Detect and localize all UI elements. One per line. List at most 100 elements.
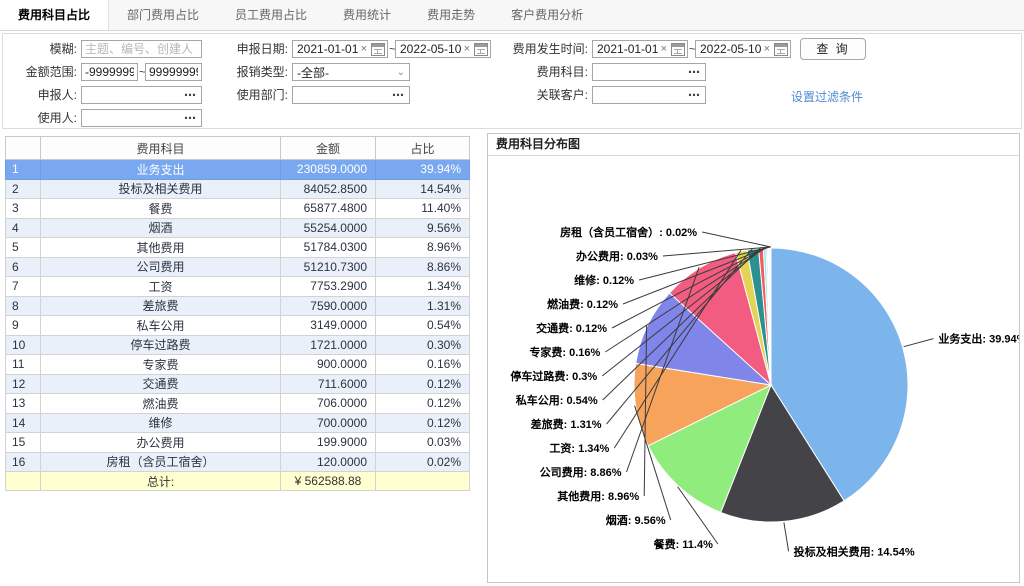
- clear-icon[interactable]: ×: [462, 41, 472, 57]
- lookup-icon[interactable]: ⋯: [684, 88, 705, 102]
- dept-input[interactable]: ⋯: [292, 86, 410, 104]
- col-header-rowno: [6, 137, 41, 160]
- calendar-icon[interactable]: [474, 43, 488, 56]
- declare-date-from[interactable]: 2021-01-01 ×: [292, 40, 388, 58]
- pie-label: 其他费用: 8.96%: [557, 489, 639, 503]
- pie-chart-svg[interactable]: 业务支出: 39.94% 投标及相关费用: 14.54% 餐费: 11.4% 烟酒: …: [488, 156, 1019, 582]
- pie-label: 办公费用: 0.03%: [576, 249, 658, 263]
- dept-label: 使用部门:: [221, 86, 288, 104]
- table-row[interactable]: 16房租（含员工宿舍）120.00000.02%: [6, 452, 470, 472]
- expense-table-panel: 费用科目 金额 占比 1业务支出230859.000039.94%2投标及相关费…: [5, 136, 469, 491]
- table-row[interactable]: 7工资7753.29001.34%: [6, 277, 470, 297]
- col-header-amount: 金额: [281, 137, 376, 160]
- tab-4[interactable]: 费用走势: [409, 0, 493, 30]
- calendar-icon[interactable]: [671, 43, 685, 56]
- declare-date-from-value: 2021-01-01: [293, 42, 359, 56]
- table-row[interactable]: 5其他费用51784.03008.96%: [6, 238, 470, 258]
- table-row[interactable]: 11专家费900.00000.16%: [6, 355, 470, 375]
- pie-label: 工资: 1.34%: [549, 441, 609, 455]
- pie-label: 公司费用: 8.86%: [540, 465, 622, 479]
- expense-analysis-app: 费用科目占比部门费用占比员工费用占比费用统计费用走势客户费用分析 模糊: 申报日…: [0, 0, 1024, 586]
- declare-date-to-value: 2022-05-10: [396, 42, 462, 56]
- chart-body: 业务支出: 39.94% 投标及相关费用: 14.54% 餐费: 11.4% 烟酒: …: [488, 156, 1019, 582]
- customer-input[interactable]: ⋯: [592, 86, 706, 104]
- pie-label: 专家费: 0.16%: [529, 345, 600, 359]
- lookup-icon[interactable]: ⋯: [180, 111, 201, 125]
- declare-date-label: 申报日期:: [221, 40, 288, 58]
- tab-5[interactable]: 客户费用分析: [493, 0, 601, 30]
- table-row[interactable]: 3餐费65877.480011.40%: [6, 199, 470, 219]
- pie-label-connector: [702, 232, 771, 247]
- customer-label: 关联客户:: [498, 86, 588, 104]
- type-select[interactable]: -全部- ⌄: [292, 63, 410, 81]
- pie-label: 投标及相关费用: 14.54%: [794, 544, 915, 558]
- query-button[interactable]: 查 询: [800, 38, 866, 60]
- pie-label-connector: [904, 339, 934, 347]
- lookup-icon[interactable]: ⋯: [180, 88, 201, 102]
- tab-bar: 费用科目占比部门费用占比员工费用占比费用统计费用走势客户费用分析: [0, 0, 1024, 31]
- amount-min-input[interactable]: [82, 64, 137, 80]
- clear-icon[interactable]: ×: [762, 41, 772, 57]
- pie-label-connector: [784, 522, 789, 551]
- table-row[interactable]: 2投标及相关费用84052.850014.54%: [6, 179, 470, 199]
- declare-date-to[interactable]: 2022-05-10 ×: [395, 40, 491, 58]
- expense-time-from-value: 2021-01-01: [593, 42, 659, 56]
- total-value: ¥ 562588.88: [281, 472, 376, 491]
- chart-title: 费用科目分布图: [488, 134, 1019, 156]
- expense-time-to[interactable]: 2022-05-10 ×: [695, 40, 791, 58]
- total-label: 总计:: [41, 472, 281, 491]
- expense-time-from[interactable]: 2021-01-01 ×: [592, 40, 688, 58]
- pie-label: 燃油费: 0.12%: [546, 297, 618, 311]
- clear-icon[interactable]: ×: [659, 41, 669, 57]
- subject-label: 费用科目:: [498, 63, 588, 81]
- pie-label: 维修: 0.12%: [574, 273, 634, 287]
- pie-label: 交通费: 0.12%: [536, 321, 607, 335]
- clear-icon[interactable]: ×: [359, 41, 369, 57]
- table-row[interactable]: 9私车公用3149.00000.54%: [6, 316, 470, 336]
- lookup-icon[interactable]: ⋯: [388, 88, 409, 102]
- pie-label: 私车公用: 0.54%: [516, 393, 598, 407]
- table-row[interactable]: 6公司费用51210.73008.86%: [6, 257, 470, 277]
- filter-panel: 模糊: 申报日期: 2021-01-01 × ~ 2022-05-10 × 费用…: [2, 33, 1022, 129]
- type-label: 报销类型:: [221, 63, 288, 81]
- pie-label: 房租（含员工宿舍）: 0.02%: [560, 225, 697, 239]
- pie-label: 餐费: 11.4%: [653, 537, 714, 551]
- fuzzy-input-wrap: [81, 40, 202, 58]
- col-header-pct: 占比: [376, 137, 470, 160]
- table-row[interactable]: 14维修700.00000.12%: [6, 413, 470, 433]
- table-row[interactable]: 8差旅费7590.00001.31%: [6, 296, 470, 316]
- tab-2[interactable]: 员工费用占比: [217, 0, 325, 30]
- table-row[interactable]: 1业务支出230859.000039.94%: [6, 160, 470, 180]
- expense-table: 费用科目 金额 占比 1业务支出230859.000039.94%2投标及相关费…: [5, 136, 470, 491]
- calendar-icon[interactable]: [774, 43, 788, 56]
- chart-panel: 费用科目分布图 业务支出: 39.94% 投标及相关费用: 14.54% 餐费: 1…: [487, 133, 1020, 583]
- pie-label: 业务支出: 39.94%: [938, 332, 1019, 346]
- user-input[interactable]: ⋯: [81, 109, 202, 127]
- table-body: 1业务支出230859.000039.94%2投标及相关费用84052.8500…: [6, 160, 470, 472]
- amount-min-wrap: [81, 63, 138, 81]
- user-label: 使用人:: [11, 109, 77, 127]
- table-row[interactable]: 10停车过路费1721.00000.30%: [6, 335, 470, 355]
- fuzzy-label: 模糊:: [11, 40, 77, 58]
- amount-max-wrap: [145, 63, 202, 81]
- tab-1[interactable]: 部门费用占比: [109, 0, 217, 30]
- table-row[interactable]: 4烟酒55254.00009.56%: [6, 218, 470, 238]
- expense-time-to-value: 2022-05-10: [696, 42, 762, 56]
- table-row[interactable]: 12交通费711.60000.12%: [6, 374, 470, 394]
- table-row[interactable]: 13燃油费706.00000.12%: [6, 394, 470, 414]
- pie-label: 停车过路费: 0.3%: [510, 369, 597, 383]
- subject-input[interactable]: ⋯: [592, 63, 706, 81]
- calendar-icon[interactable]: [371, 43, 385, 56]
- set-filter-link[interactable]: 设置过滤条件: [791, 88, 863, 106]
- tab-0[interactable]: 费用科目占比: [0, 0, 109, 30]
- table-total-row: 总计: ¥ 562588.88: [6, 472, 470, 491]
- tab-3[interactable]: 费用统计: [325, 0, 409, 30]
- lookup-icon[interactable]: ⋯: [684, 65, 705, 79]
- pie-label: 烟酒: 9.56%: [606, 513, 666, 527]
- fuzzy-input[interactable]: [82, 41, 201, 57]
- applicant-input[interactable]: ⋯: [81, 86, 202, 104]
- amount-range-label: 金额范围:: [11, 63, 77, 81]
- table-row[interactable]: 15办公费用199.90000.03%: [6, 433, 470, 453]
- chevron-down-icon: ⌄: [397, 67, 405, 78]
- amount-max-input[interactable]: [146, 64, 201, 80]
